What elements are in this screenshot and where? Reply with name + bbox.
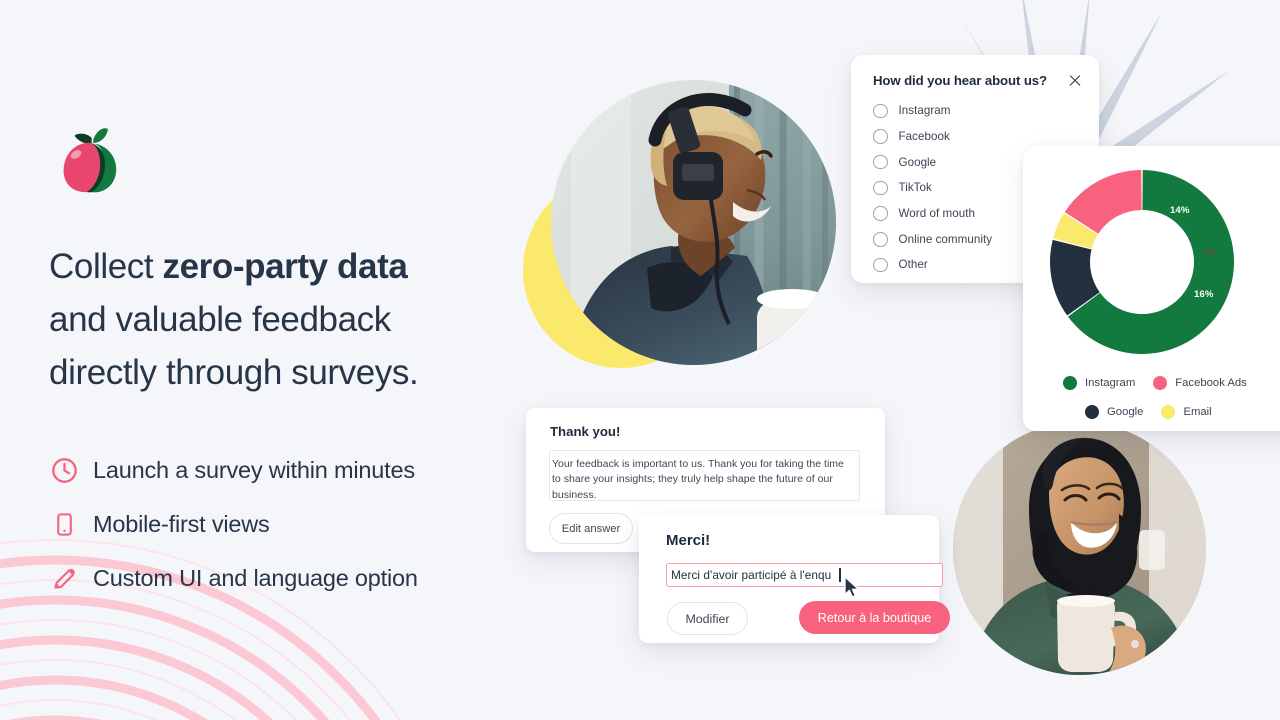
feature-item-launch: Launch a survey within minutes bbox=[49, 443, 519, 497]
hero-copy-column: Collect zero-party data and valuable fee… bbox=[49, 120, 519, 605]
hero-stage: Collect zero-party data and valuable fee… bbox=[0, 0, 1280, 720]
legend-color-swatch bbox=[1153, 375, 1168, 390]
edit-answer-button[interactable]: Edit answer bbox=[549, 513, 633, 544]
merci-text-input[interactable]: Merci d'avoir participé à l'enqu bbox=[666, 563, 943, 587]
legend-label: Instagram bbox=[1085, 376, 1136, 389]
survey-question-title: How did you hear about us? bbox=[873, 73, 1047, 88]
survey-option-instagram[interactable]: Instagram bbox=[851, 98, 1099, 124]
clock-icon bbox=[49, 455, 79, 485]
mobile-phone-icon bbox=[49, 509, 79, 539]
headline-line-1-bold: zero-party data bbox=[162, 247, 408, 286]
feature-label-launch: Launch a survey within minutes bbox=[93, 457, 415, 483]
legend-item-google: Google bbox=[1085, 404, 1144, 419]
option-label: Word of mouth bbox=[898, 207, 975, 221]
thank-you-message-box[interactable]: Your feedback is important to us. Thank … bbox=[549, 450, 860, 501]
radio-button[interactable] bbox=[873, 180, 888, 196]
donut-slice-label-google: 14% bbox=[1170, 205, 1190, 216]
legend-item-email: Email bbox=[1161, 404, 1212, 419]
donut-chart-svg bbox=[1050, 170, 1234, 354]
mouse-cursor-icon bbox=[844, 576, 860, 598]
headline-line-1-prefix: Collect bbox=[49, 247, 163, 286]
option-label: Other bbox=[898, 258, 928, 272]
option-label: Google bbox=[898, 155, 937, 169]
retour-a-la-boutique-button[interactable]: Retour à la boutique bbox=[799, 601, 950, 634]
radio-button[interactable] bbox=[873, 129, 888, 144]
legend-label: Google bbox=[1107, 405, 1144, 418]
feature-label-custom-ui: Custom UI and language option bbox=[93, 565, 418, 591]
headline-line-2: and valuable feedback bbox=[49, 300, 391, 339]
merci-input-value: Merci d'avoir participé à l'enqu bbox=[671, 568, 832, 582]
radio-button[interactable] bbox=[873, 206, 888, 221]
option-label: Facebook bbox=[898, 130, 950, 144]
legend-item-instagram: Instagram bbox=[1063, 375, 1136, 390]
chart-legend: Instagram Facebook Ads Google Email bbox=[1039, 368, 1269, 426]
legend-label: Email bbox=[1183, 405, 1212, 418]
radio-button[interactable] bbox=[873, 232, 888, 247]
merci-title: Merci! bbox=[666, 532, 711, 549]
page-headline: Collect zero-party data and valuable fee… bbox=[49, 240, 519, 399]
feature-list: Launch a survey within minutes Mobile-fi… bbox=[49, 443, 519, 605]
legend-color-swatch bbox=[1161, 404, 1176, 419]
radio-button[interactable] bbox=[873, 257, 888, 273]
donut-chart: 14% 5% 16% bbox=[1042, 162, 1242, 362]
brand-logo-icon bbox=[63, 128, 117, 193]
option-label: TikTok bbox=[898, 181, 932, 195]
radio-button[interactable] bbox=[873, 154, 888, 170]
pencil-icon bbox=[49, 563, 79, 593]
radio-button[interactable] bbox=[873, 103, 888, 119]
thank-you-title: Thank you! bbox=[550, 424, 621, 439]
headline-line-3: directly through surveys. bbox=[49, 353, 419, 392]
modifier-button[interactable]: Modifier bbox=[667, 602, 748, 635]
close-icon[interactable] bbox=[1068, 74, 1082, 88]
survey-card-header: How did you hear about us? bbox=[851, 55, 1099, 89]
chart-legend-row-2: Google Email bbox=[1039, 397, 1269, 426]
donut-slice-label-facebook-ads: 16% bbox=[1194, 289, 1214, 300]
thank-you-message: Your feedback is important to us. Thank … bbox=[552, 458, 844, 501]
option-label: Online community bbox=[898, 232, 993, 246]
feature-item-mobile: Mobile-first views bbox=[49, 497, 519, 551]
donut-slice-label-email: 5% bbox=[1203, 247, 1218, 258]
feature-label-mobile: Mobile-first views bbox=[93, 511, 270, 537]
results-donut-chart-card: 14% 5% 16% Instagram Facebook Ads Google bbox=[1023, 146, 1280, 431]
option-label: Instagram bbox=[898, 104, 951, 118]
legend-color-swatch bbox=[1085, 404, 1099, 419]
legend-label: Facebook Ads bbox=[1175, 376, 1247, 389]
woman-with-mug-photo bbox=[953, 422, 1206, 675]
chart-legend-row-1: Instagram Facebook Ads bbox=[1039, 368, 1269, 397]
man-with-headphones-photo bbox=[551, 80, 836, 365]
feature-item-custom-ui: Custom UI and language option bbox=[49, 551, 519, 605]
text-caret bbox=[839, 568, 841, 582]
legend-color-swatch bbox=[1063, 375, 1077, 390]
legend-item-facebook-ads: Facebook Ads bbox=[1153, 375, 1247, 390]
